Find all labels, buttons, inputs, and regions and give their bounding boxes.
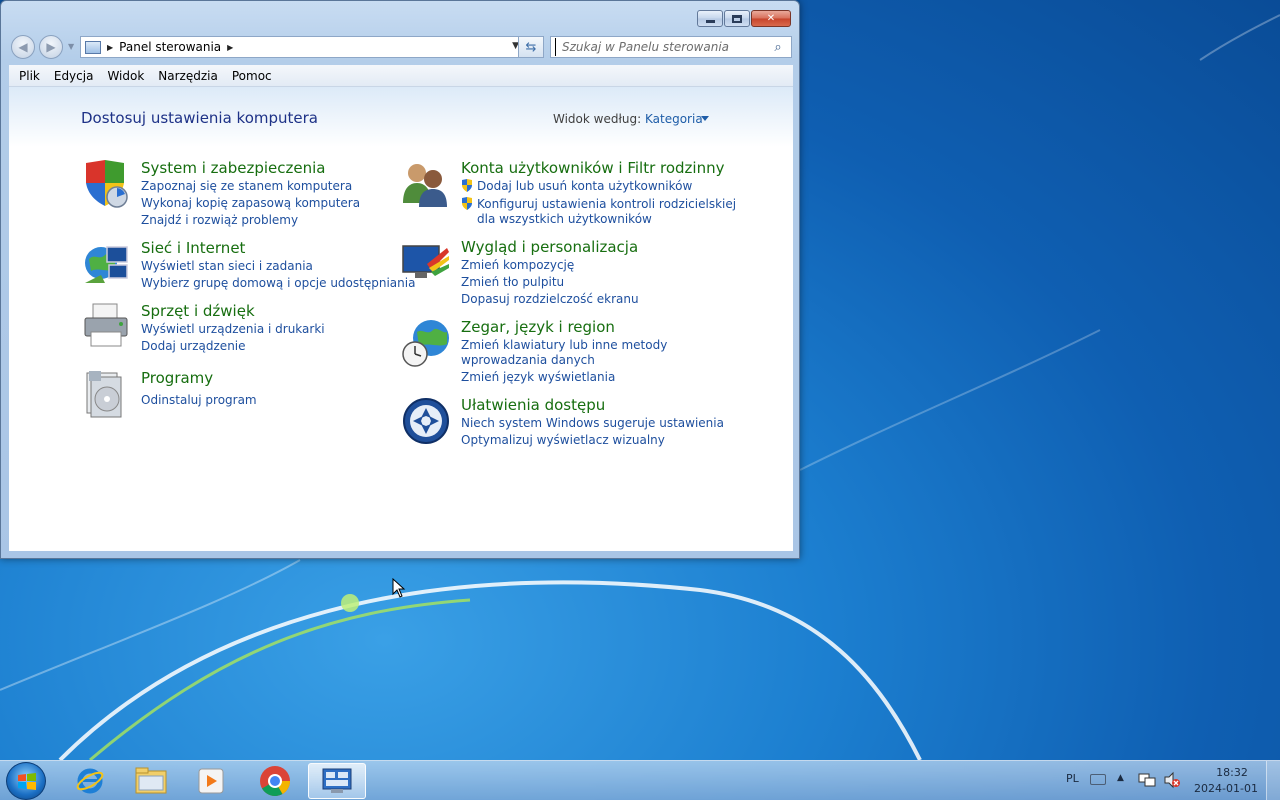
category-link[interactable]: Zmień tło pulpitu (461, 275, 564, 289)
category-link[interactable]: Wyświetl urządzenia i drukarki (141, 322, 325, 336)
caption-buttons: ✕ (697, 10, 791, 27)
accessibility-icon[interactable] (401, 396, 451, 446)
network-icon[interactable] (81, 239, 131, 289)
category-link[interactable]: Optymalizuj wyświetlacz wizualny (461, 433, 665, 447)
close-icon: ✕ (766, 13, 776, 24)
taskbar-media-player[interactable] (183, 763, 239, 799)
category-link[interactable]: Znajdź i rozwiąż problemy (141, 213, 298, 227)
clock-time[interactable]: 18:32 (1206, 766, 1258, 779)
windows-logo-icon (18, 773, 36, 790)
internet-explorer-icon (76, 768, 104, 794)
content-area: Dostosuj ustawienia komputera Widok wedł… (9, 87, 793, 551)
close-button[interactable]: ✕ (751, 10, 791, 27)
clock-globe-icon[interactable] (401, 318, 451, 368)
file-explorer-icon (135, 767, 167, 794)
category-title[interactable]: Programy (141, 369, 213, 387)
minimize-icon (705, 20, 715, 23)
show-hidden-icons-icon[interactable]: ▲ (1117, 773, 1124, 783)
language-indicator[interactable]: PL (1066, 772, 1079, 785)
search-box: ⌕ (550, 36, 792, 58)
minimize-button[interactable] (697, 10, 723, 27)
category-link[interactable]: dla wszystkich użytkowników (477, 212, 652, 226)
menu-edit[interactable]: Edycja (47, 69, 101, 83)
maximize-icon (732, 14, 742, 23)
category-title[interactable]: Sprzęt i dźwięk (141, 302, 255, 320)
keyboard-icon[interactable] (1090, 774, 1106, 785)
forward-button[interactable]: ▶ (39, 35, 63, 59)
category-link[interactable]: Wyświetl stan sieci i zadania (141, 259, 313, 273)
page-title: Dostosuj ustawienia komputera (81, 109, 318, 127)
refresh-button[interactable]: ⇆ (518, 36, 544, 58)
shield-icon[interactable] (81, 159, 131, 209)
recent-pages-dropdown[interactable]: ▼ (68, 42, 74, 51)
forward-arrow-icon: ▶ (46, 40, 56, 54)
printer-icon[interactable] (81, 302, 131, 352)
taskbar-chrome[interactable] (247, 763, 303, 799)
view-by-label: Widok według: (553, 112, 642, 126)
search-input[interactable] (555, 38, 769, 56)
menu-help[interactable]: Pomoc (225, 69, 279, 83)
taskbar-internet-explorer[interactable] (62, 763, 118, 799)
media-player-icon (198, 768, 224, 794)
taskbar-file-explorer[interactable] (123, 763, 179, 799)
programs-icon[interactable] (81, 369, 131, 419)
category-link[interactable]: Dodaj lub usuń konta użytkowników (477, 179, 692, 193)
category-link[interactable]: Dopasuj rozdzielczość ekranu (461, 292, 639, 306)
category-link[interactable]: Zmień język wyświetlania (461, 370, 615, 384)
show-desktop-button[interactable] (1266, 761, 1280, 800)
search-icon[interactable]: ⌕ (769, 40, 787, 55)
category-link[interactable]: Wykonaj kopię zapasową komputera (141, 196, 360, 210)
category-link[interactable]: Zmień klawiatury lub inne metody (461, 338, 667, 352)
volume-muted-icon[interactable] (1163, 771, 1181, 789)
personalization-icon[interactable] (401, 238, 451, 288)
navigation-bar: ◀ ▶ ▼ ▶ Panel sterowania ▶ ▼ ⇆ ⌕ (9, 33, 793, 61)
category-link[interactable]: Zapoznaj się ze stanem komputera (141, 179, 352, 193)
category-title[interactable]: Sieć i Internet (141, 239, 245, 257)
address-bar[interactable]: ▶ Panel sterowania ▶ ▼ (80, 36, 526, 58)
back-button[interactable]: ◀ (11, 35, 35, 59)
menu-file[interactable]: Plik (12, 69, 47, 83)
menu-tools[interactable]: Narzędzia (151, 69, 225, 83)
clock-date[interactable]: 2024-01-01 (1188, 782, 1264, 795)
category-link[interactable]: Konfiguruj ustawienia kontroli rodziciel… (477, 197, 736, 211)
category-link[interactable]: wprowadzania danych (461, 353, 595, 367)
control-panel-icon (322, 768, 352, 793)
back-arrow-icon: ◀ (18, 40, 28, 54)
menu-bar: Plik Edycja Widok Narzędzia Pomoc (9, 65, 793, 87)
taskbar-control-panel[interactable] (308, 763, 366, 799)
category-title[interactable]: Ułatwienia dostępu (461, 396, 605, 414)
category-link[interactable]: Odinstaluj program (141, 393, 257, 407)
category-link[interactable]: Zmień kompozycję (461, 258, 574, 272)
taskbar: PL ▲ 18:32 2024-01-01 (0, 760, 1280, 800)
category-title[interactable]: System i zabezpieczenia (141, 159, 325, 177)
uac-shield-icon (462, 179, 472, 192)
view-by-dropdown[interactable]: Kategoria (645, 112, 703, 126)
menu-view[interactable]: Widok (100, 69, 151, 83)
category-title[interactable]: Konta użytkowników i Filtr rodzinny (461, 159, 724, 177)
control-panel-window: ✕ ◀ ▶ ▼ ▶ Panel sterowania ▶ ▼ ⇆ ⌕ Plik … (0, 0, 800, 559)
breadcrumb-control-panel[interactable]: Panel sterowania (119, 40, 221, 54)
users-icon[interactable] (401, 159, 451, 209)
start-button[interactable] (6, 762, 46, 800)
category-link[interactable]: Wybierz grupę domową i opcje udostępnian… (141, 276, 415, 290)
mouse-cursor-icon (392, 578, 406, 598)
breadcrumb-chevron-icon[interactable]: ▶ (107, 43, 113, 52)
network-status-icon[interactable] (1138, 771, 1156, 789)
dropdown-caret-icon[interactable] (701, 116, 709, 121)
category-link[interactable]: Niech system Windows sugeruje ustawienia (461, 416, 724, 430)
uac-shield-icon (462, 197, 472, 210)
category-title[interactable]: Wygląd i personalizacja (461, 238, 638, 256)
category-link[interactable]: Dodaj urządzenie (141, 339, 246, 353)
maximize-button[interactable] (724, 10, 750, 27)
refresh-icon: ⇆ (525, 39, 537, 55)
category-title[interactable]: Zegar, język i region (461, 318, 615, 336)
control-panel-small-icon (85, 40, 101, 54)
breadcrumb-chevron-icon[interactable]: ▶ (227, 43, 233, 52)
chrome-icon (260, 766, 290, 797)
